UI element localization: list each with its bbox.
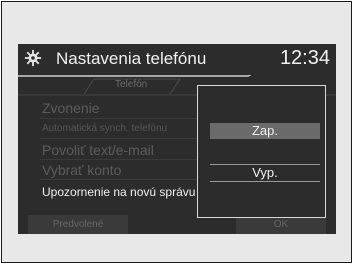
- menu-item-ringtone[interactable]: Zvonenie: [42, 100, 100, 116]
- option-popup: Zap. Vyp.: [197, 85, 326, 218]
- menu-item-select-account[interactable]: Vybrať konto: [42, 162, 121, 178]
- menu-item-allow-text[interactable]: Povoliť text/e-mail: [42, 142, 154, 158]
- default-button[interactable]: Predvolené: [28, 215, 128, 234]
- tab-telefon[interactable]: Telefón: [115, 79, 147, 90]
- divider: [40, 179, 200, 180]
- option-on[interactable]: Zap.: [210, 123, 320, 139]
- gear-icon: [24, 49, 42, 67]
- menu-item-auto-sync[interactable]: Automatická synch. telefónu: [42, 123, 167, 134]
- option-off[interactable]: Vyp.: [210, 164, 320, 182]
- divider: [40, 159, 200, 160]
- clock: 12:34: [279, 47, 330, 69]
- phone-settings-screen: Nastavenia telefónu 12:34 Telefón Zvonen…: [18, 44, 336, 234]
- divider: [40, 118, 200, 119]
- divider: [40, 138, 200, 139]
- page-title: Nastavenia telefónu: [56, 49, 207, 68]
- title-bar: Nastavenia telefónu 12:34: [18, 44, 336, 75]
- menu-item-new-message-alert[interactable]: Upozornenie na novú správu: [42, 185, 195, 199]
